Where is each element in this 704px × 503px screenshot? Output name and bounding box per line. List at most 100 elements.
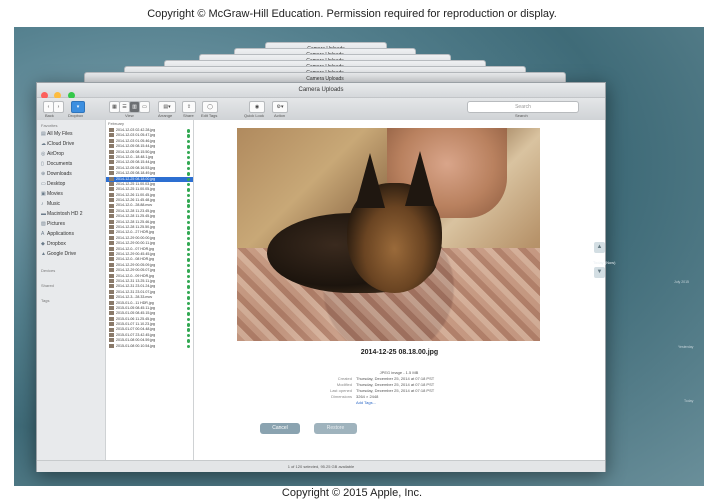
sidebar-item-label: Google Drive <box>47 251 77 257</box>
file-name: 2014-12-05 08.15.44.jpg <box>116 144 156 149</box>
sidebar-item-label: Music <box>47 201 61 207</box>
preview-pane: 2014-12-25 08.18.00.jpg JPEG image - 1.5… <box>194 120 605 460</box>
status-bar: 1 of 120 selected, 95.25 GB available <box>37 460 605 472</box>
sidebar-item-applications[interactable]: A Applications <box>37 229 105 239</box>
file-thumbnail-icon <box>109 295 114 300</box>
sync-status-icon <box>186 215 190 219</box>
sync-status-icon <box>186 129 190 133</box>
file-thumbnail-icon <box>109 165 114 170</box>
quick-look-button[interactable]: ◉ <box>249 101 265 113</box>
file-name: 2014-12-29 00.00.11.jpg <box>116 241 155 246</box>
file-name: 2014-12-31 23.01.07.jpg <box>116 289 156 294</box>
sidebar-item-label: iCloud Drive <box>47 141 75 147</box>
sync-status-icon <box>186 166 190 171</box>
file-thumbnail-icon <box>109 322 114 327</box>
sync-status-icon <box>186 139 190 144</box>
file-thumbnail-icon <box>109 289 114 294</box>
sync-status-icon <box>186 172 190 176</box>
file-name: 2014-12-25 08.18.00.jpg <box>116 176 156 181</box>
quick-look-label: Quick Look <box>244 113 265 118</box>
sidebar-item-dropbox[interactable]: ◆ Dropbox <box>37 239 105 249</box>
file-thumbnail-icon <box>109 155 114 159</box>
file-thumbnail-icon <box>109 300 114 305</box>
sidebar-item-google-drive[interactable]: ▲Google Drive <box>37 249 105 259</box>
file-name: 2015-01-06 11.25.45.jpg <box>116 316 155 321</box>
file-thumbnail-icon <box>109 235 114 240</box>
sidebar-item-documents[interactable]: ▯ Documents <box>37 159 105 169</box>
file-name: 2014-12-05 08.15.50.jpg <box>116 149 156 154</box>
search-input[interactable]: Search <box>467 101 579 113</box>
window-title: Camera Uploads <box>298 87 344 93</box>
today-label: Today (Now) <box>593 260 616 265</box>
sidebar-item-airdrop[interactable]: ◎ AirDrop <box>37 149 105 159</box>
sidebar-devices-header: Devices <box>41 268 56 273</box>
meta-value: Thursday, December 25, 2014 at 07:18 PST <box>356 388 435 393</box>
arrange-button[interactable]: ▤▾ <box>158 101 176 113</box>
edit-tags-label: Edit Tags <box>201 113 218 118</box>
dropbox-button[interactable]: ▾ <box>71 101 85 113</box>
sync-status-icon <box>186 279 190 284</box>
finder-window: Camera Uploads ‹ › Back ▾ Dropbox ▦ ☰ ▥ … <box>36 82 606 472</box>
file-thumbnail-icon <box>109 327 114 332</box>
sidebar-item-label: All My Files <box>47 131 73 137</box>
sync-status-icon <box>186 199 190 203</box>
sync-status-icon <box>186 301 190 305</box>
sidebar-item-all-my-files[interactable]: ▤All My Files <box>37 129 105 139</box>
sidebar-item-label: Macintosh HD 2 <box>47 211 83 217</box>
file-thumbnail-icon <box>109 144 114 149</box>
file-name: 2014-12-29 00.05.09.jpg <box>116 262 156 267</box>
sync-status-icon <box>186 306 190 311</box>
file-thumbnail-icon <box>109 278 114 283</box>
down-arrow-icon[interactable]: ▼ <box>594 267 605 278</box>
file-name: 2014-12-3...28.33.mov <box>116 295 153 300</box>
toolbar: ‹ › Back ▾ Dropbox ▦ ☰ ▥ ▭ View ▤▾ Arran… <box>37 98 605 121</box>
file-thumbnail-icon <box>109 225 114 230</box>
time-machine-background: Camera Uploads Camera Uploads Camera Upl… <box>14 27 704 486</box>
back-label: Back <box>45 113 54 118</box>
action-label: Action <box>274 113 286 118</box>
timeline-label: Today <box>684 399 694 403</box>
file-name: 2014-12-26 11.45.48.jpg <box>116 198 155 203</box>
sidebar-shared-header: Shared <box>41 283 54 288</box>
file-thumbnail-icon <box>109 241 114 246</box>
sync-status-icon <box>186 242 190 246</box>
file-name: 2014-12-29 00.05.07.jpg <box>116 268 156 273</box>
forward-button[interactable]: › <box>53 101 64 113</box>
sidebar-item-downloads[interactable]: ⊕ Downloads <box>37 169 105 179</box>
up-arrow-icon[interactable]: ▲ <box>594 242 605 253</box>
sidebar-item-icloud-drive[interactable]: ☁iCloud Drive <box>37 139 105 149</box>
restore-button[interactable]: Restore <box>314 423 357 434</box>
file-name: 2015-01-05 08.45.11.jpg <box>116 305 155 310</box>
file-thumbnail-icon <box>109 246 114 251</box>
add-tags-link[interactable]: Add Tags... <box>356 400 376 405</box>
view-coverflow-button[interactable]: ▭ <box>139 101 150 113</box>
photo-preview[interactable] <box>237 128 540 341</box>
share-button[interactable]: ⇪ <box>182 101 196 113</box>
file-name: 2015-01-07 00.04.48.jpg <box>116 327 156 332</box>
sidebar-item-macintosh-hd-2[interactable]: ▬Macintosh HD 2 <box>37 209 105 219</box>
cancel-button[interactable]: Cancel <box>260 423 300 434</box>
sync-status-icon <box>186 339 190 343</box>
action-button[interactable]: ⚙▾ <box>272 101 288 113</box>
sidebar-item-label: Downloads <box>47 171 72 177</box>
file-thumbnail-icon <box>109 262 114 267</box>
sync-status-icon <box>186 296 190 300</box>
sidebar-item-pictures[interactable]: ▨Pictures <box>37 219 105 229</box>
sidebar-item-desktop[interactable]: ▭Desktop <box>37 179 105 189</box>
sync-status-icon <box>186 150 190 155</box>
file-name: 2014-12-0...08 HDR.jpg <box>116 257 154 262</box>
file-name: 2014-12-25 11.00.03.jpg <box>116 181 155 186</box>
file-name: 2014-12-0...09 HDR.jpg <box>116 273 154 278</box>
sidebar-item-music[interactable]: ♪ Music <box>37 199 105 209</box>
file-name: 2014-12-31 23.01.24.jpg <box>116 284 156 289</box>
file-row[interactable]: 2015-01-08 00.10.54.jpg <box>106 344 193 349</box>
edit-tags-button[interactable]: ◯ <box>202 101 218 113</box>
file-thumbnail-icon <box>109 198 114 203</box>
sidebar-item-label: Applications <box>47 231 74 237</box>
file-name: 2014-12-0...18.48.1.jpg <box>116 154 154 159</box>
sync-status-icon <box>186 285 190 289</box>
sidebar-item-movies[interactable]: ▣Movies <box>37 189 105 199</box>
file-name: 2015-01-08 00.10.54.jpg <box>116 343 156 348</box>
sync-status-icon <box>186 155 190 160</box>
meta-value: Thursday, December 25, 2014 at 07:18 PST <box>356 376 435 381</box>
